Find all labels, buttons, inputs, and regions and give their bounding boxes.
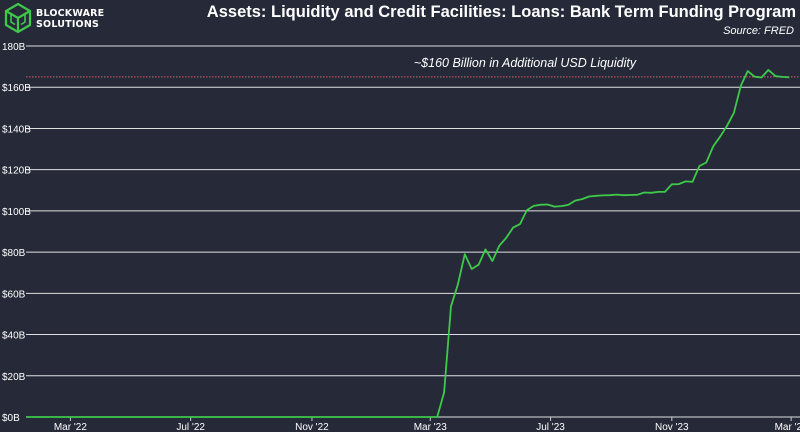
y-tick-label: $40B	[2, 331, 26, 342]
y-tick-label: $20B	[2, 372, 26, 383]
y-tick-label: $120B	[2, 166, 31, 177]
y-tick-label: 180B	[2, 42, 26, 53]
series-line	[26, 69, 790, 418]
y-tick-label: $140B	[2, 124, 31, 135]
x-tick-label: Mar '22	[54, 422, 87, 432]
x-tick-label: Mar '23	[414, 422, 447, 432]
x-tick-label: Mar '24	[775, 422, 800, 432]
reference-line-label: ~$160 Billion in Additional USD Liquidit…	[414, 56, 637, 70]
x-tick-label: Nov '22	[295, 422, 329, 432]
x-tick-label: Nov '23	[655, 422, 689, 432]
chart-plot: $0B $20B $40B $60B $80B $100B $120B $140B $160B 1…	[2, 42, 800, 432]
y-tick-label: $100B	[2, 207, 31, 218]
x-tick-label: Jul '23	[536, 422, 565, 432]
x-tick-label: Jul '22	[176, 422, 205, 432]
y-tick-label: $80B	[2, 248, 26, 259]
y-tick-label: $160B	[2, 83, 31, 94]
y-tick-label: $60B	[2, 289, 26, 300]
y-tick-label: $0B	[2, 413, 20, 424]
